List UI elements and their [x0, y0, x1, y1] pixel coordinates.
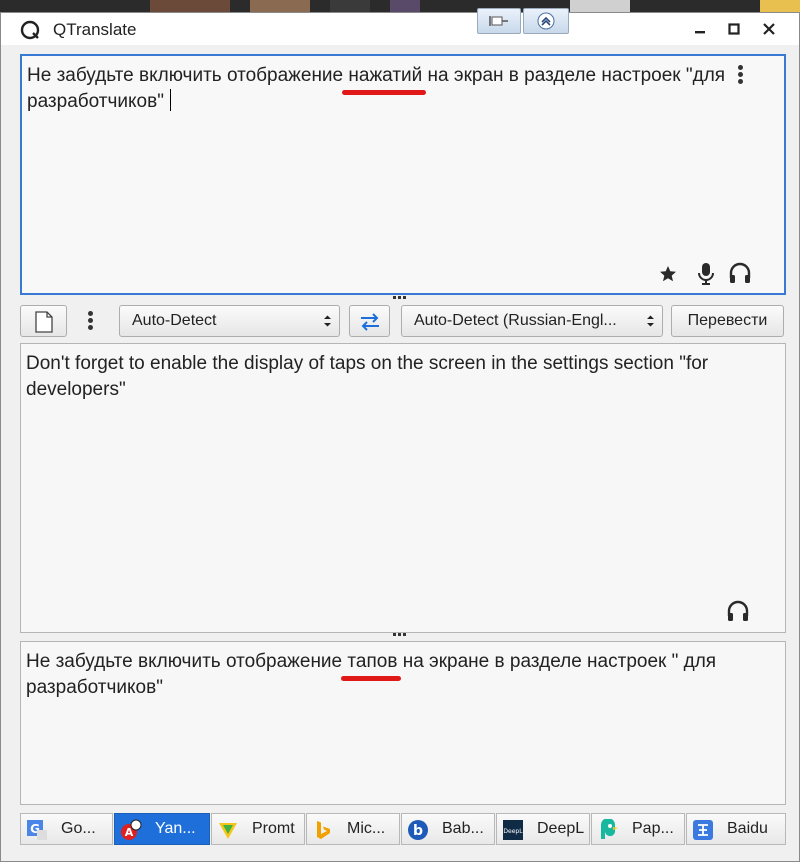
google-icon: G — [26, 819, 48, 841]
window-title: QTranslate — [53, 20, 137, 39]
tab-yandex[interactable]: A Yan... — [114, 813, 210, 845]
tab-promt[interactable]: Promt — [211, 813, 305, 845]
pin-button[interactable] — [477, 8, 521, 34]
maximize-button[interactable] — [719, 17, 749, 41]
source-options-icon[interactable] — [736, 64, 744, 86]
source-language-select[interactable]: Auto-Detect — [119, 305, 340, 337]
translation-toolbar: Auto-Detect Auto-Detect (Russian-Engl...… — [20, 305, 786, 337]
microphone-icon[interactable] — [696, 262, 718, 285]
target-language-select[interactable]: Auto-Detect (Russian-Engl... — [401, 305, 663, 337]
select-arrows-icon — [647, 315, 654, 327]
text-caret — [169, 89, 171, 111]
swap-arrows-icon — [361, 313, 379, 331]
qtranslate-window: QTranslate Не забудьте включить отображе… — [0, 8, 800, 862]
pane-splitter[interactable] — [393, 633, 413, 639]
star-icon[interactable] — [658, 264, 680, 286]
new-document-button[interactable] — [20, 305, 67, 337]
source-language-value: Auto-Detect — [132, 312, 217, 329]
tab-babylon[interactable]: b Bab... — [401, 813, 495, 845]
tab-baidu[interactable]: Baidu — [686, 813, 786, 845]
promt-icon — [217, 819, 239, 841]
source-text-part: Не забудьте включить отображение — [27, 65, 349, 86]
back-translation-text[interactable]: Не забудьте включить отображение тапов н… — [26, 649, 726, 701]
menu-icon[interactable] — [86, 310, 94, 332]
swap-languages-button[interactable] — [349, 305, 390, 337]
tab-deepl[interactable]: DeepL DeepL — [496, 813, 590, 845]
title-bar[interactable]: QTranslate — [1, 8, 799, 45]
qtranslate-logo-icon — [20, 20, 40, 40]
svg-text:DeepL: DeepL — [503, 828, 523, 835]
translation-result-area[interactable]: Don't forget to enable the display of ta… — [20, 343, 786, 633]
tab-papago[interactable]: Pap... — [591, 813, 685, 845]
double-chevron-up-icon — [537, 12, 555, 30]
collapse-button[interactable] — [523, 8, 569, 34]
pin-icon — [489, 16, 508, 26]
source-text-area[interactable]: Не забудьте включить отображение нажатий… — [20, 54, 786, 295]
babylon-icon: b — [407, 819, 429, 841]
desktop-background — [0, 0, 800, 12]
service-tabs: G Go... A Yan... Promt Mic... b Bab... D… — [20, 813, 786, 845]
translate-button[interactable]: Перевести — [671, 305, 784, 337]
maximize-icon — [728, 23, 740, 35]
minimize-button[interactable] — [685, 17, 715, 41]
yandex-icon: A — [120, 819, 142, 841]
close-button[interactable] — [754, 17, 784, 41]
back-translation-area[interactable]: Не забудьте включить отображение тапов н… — [20, 641, 786, 805]
back-text-part: Не забудьте включить отображение — [26, 651, 348, 672]
target-language-value: Auto-Detect (Russian-Engl... — [414, 312, 617, 329]
minimize-icon — [695, 31, 705, 34]
blank-page-icon — [35, 311, 53, 333]
translation-text[interactable]: Don't forget to enable the display of ta… — [26, 351, 726, 403]
listen-source-icon[interactable] — [728, 262, 751, 284]
source-highlighted-word: нажатий — [342, 63, 427, 95]
svg-text:b: b — [413, 823, 423, 839]
pane-splitter[interactable] — [393, 296, 413, 302]
source-text[interactable]: Не забудьте включить отображение нажатий… — [27, 63, 727, 115]
bing-icon — [312, 819, 334, 841]
select-arrows-icon — [324, 315, 331, 327]
back-highlighted-word: тапов — [341, 649, 402, 681]
tab-google[interactable]: G Go... — [20, 813, 113, 845]
papago-icon — [597, 818, 619, 841]
close-icon — [763, 23, 775, 35]
listen-translation-icon[interactable] — [726, 600, 749, 622]
baidu-icon — [692, 819, 714, 841]
deepl-icon: DeepL — [502, 819, 524, 841]
tab-microsoft[interactable]: Mic... — [306, 813, 400, 845]
